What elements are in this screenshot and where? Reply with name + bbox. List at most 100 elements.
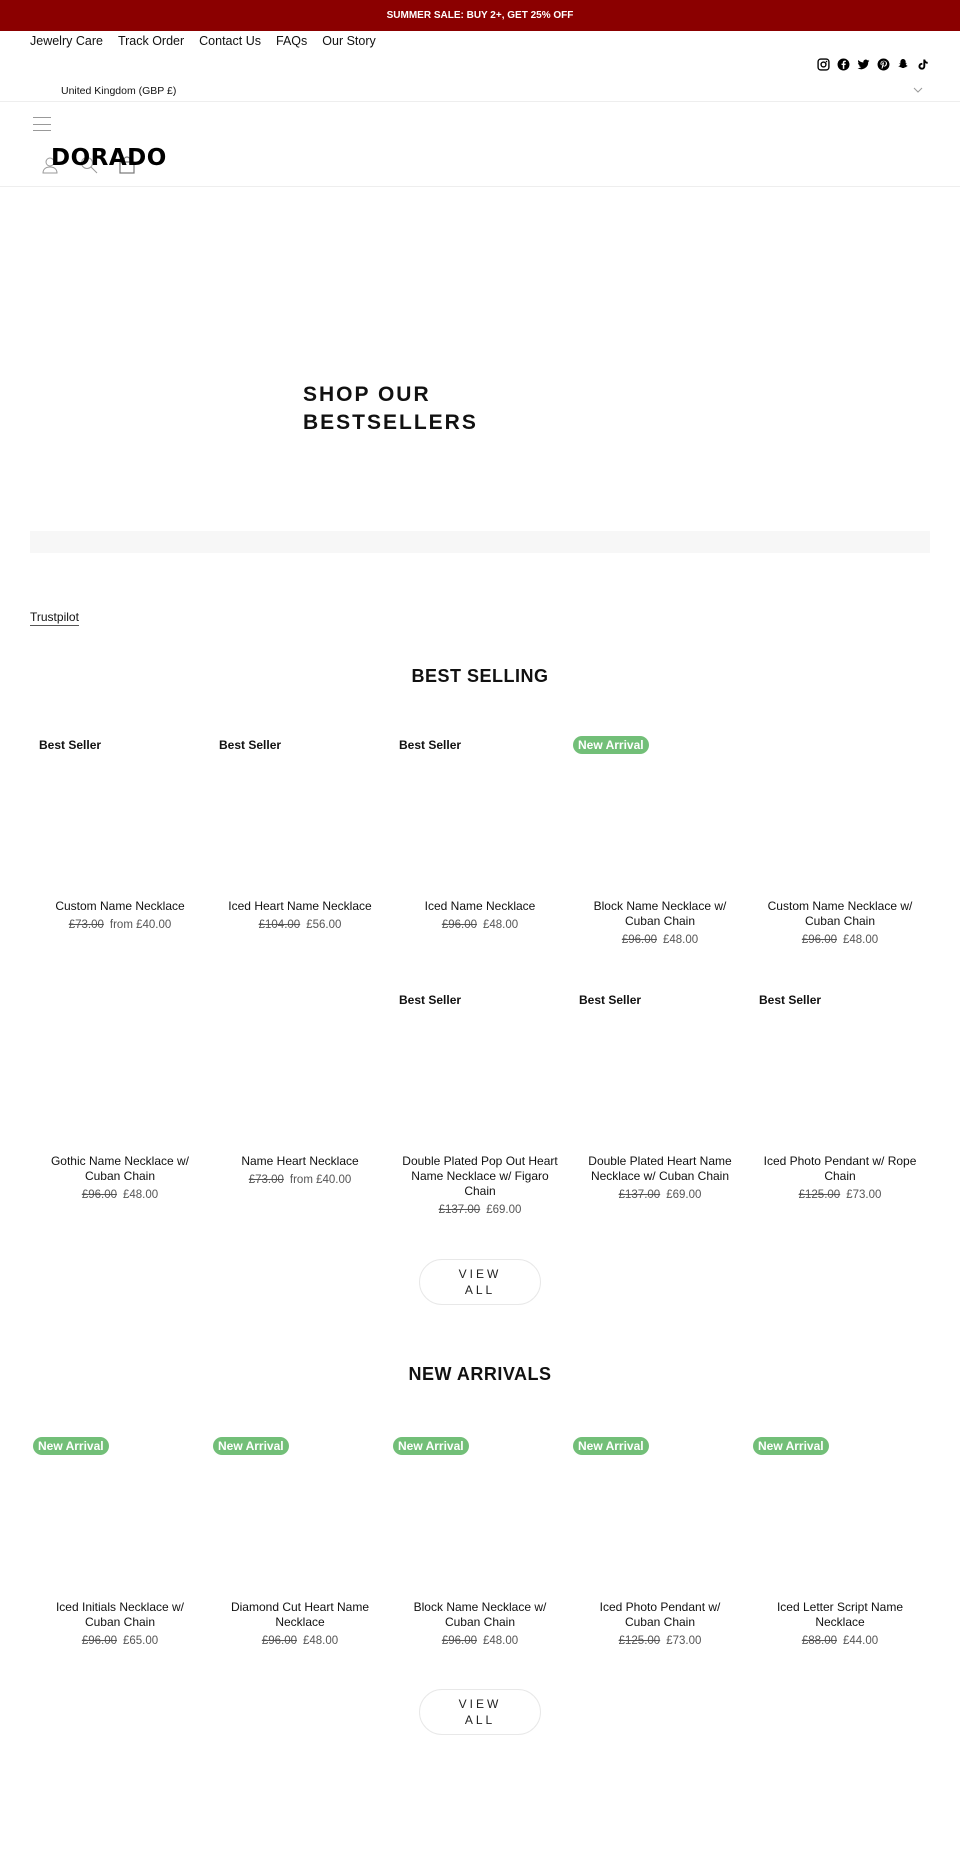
pinterest-icon[interactable] bbox=[876, 57, 890, 71]
product-info: Iced Name Necklace £96.00 £48.00 bbox=[402, 899, 558, 933]
twitter-icon[interactable] bbox=[856, 57, 870, 71]
compare-at-price: £96.00 bbox=[81, 1189, 117, 1201]
product-card[interactable]: Name Heart Necklace £73.00 from £40.00 bbox=[210, 982, 390, 1237]
product-card[interactable]: New Arrival Block Name Necklace w/ Cuban … bbox=[570, 727, 750, 982]
product-title[interactable]: Name Heart Necklace bbox=[222, 1154, 378, 1169]
new-arrival-badge: New Arrival bbox=[393, 1437, 469, 1455]
product-info: Iced Photo Pendant w/ Cuban Chain £125.00… bbox=[582, 1600, 738, 1649]
product-price: £104.00 £56.00 bbox=[222, 918, 378, 933]
menu-icon[interactable] bbox=[33, 117, 51, 131]
product-title[interactable]: Double Plated Heart Name Necklace w/ Cub… bbox=[582, 1154, 738, 1184]
best-selling-grid: Best Seller Custom Name Necklace £73.00 fro… bbox=[30, 727, 930, 1237]
product-info: Block Name Necklace w/ Cuban Chain £96.00… bbox=[402, 1600, 558, 1649]
product-title[interactable]: Block Name Necklace w/ Cuban Chain bbox=[402, 1600, 558, 1630]
product-title[interactable]: Iced Initials Necklace w/ Cuban Chain bbox=[42, 1600, 198, 1630]
compare-at-price: £104.00 bbox=[258, 919, 301, 931]
compare-at-price: £73.00 bbox=[68, 919, 104, 931]
reviews-widget-placeholder bbox=[30, 531, 930, 553]
hero-title: SHOP OUR BESTSELLERS bbox=[303, 383, 478, 434]
product-card[interactable]: New Arrival Block Name Necklace w/ Cuban … bbox=[390, 1428, 570, 1683]
product-price: £88.00 £44.00 bbox=[762, 1634, 918, 1649]
best-seller-badge: Best Seller bbox=[399, 993, 462, 1007]
product-title[interactable]: Gothic Name Necklace w/ Cuban Chain bbox=[42, 1154, 198, 1184]
new-arrival-badge: New Arrival bbox=[213, 1437, 289, 1455]
sale-price: £65.00 bbox=[123, 1635, 159, 1647]
sale-price: £48.00 bbox=[123, 1189, 159, 1201]
product-info: Custom Name Necklace £73.00 from £40.00 bbox=[42, 899, 198, 933]
product-card[interactable]: Custom Name Necklace w/ Cuban Chain £96.0… bbox=[750, 727, 930, 982]
product-title[interactable]: Iced Heart Name Necklace bbox=[222, 899, 378, 914]
announcement-bar[interactable]: SUMMER SALE: BUY 2+, GET 25% OFF bbox=[0, 0, 960, 31]
chevron-down-icon[interactable] bbox=[913, 86, 923, 97]
nav-link-jewelry-care[interactable]: Jewelry Care bbox=[30, 34, 103, 48]
compare-at-price: £125.00 bbox=[618, 1635, 661, 1647]
nav-link-faqs[interactable]: FAQs bbox=[276, 34, 307, 48]
best-seller-badge: Best Seller bbox=[579, 993, 642, 1007]
new-arrivals-grid: New Arrival Iced Initials Necklace w/ Cub… bbox=[30, 1428, 930, 1683]
product-price: £96.00 £48.00 bbox=[582, 933, 738, 948]
compare-at-price: £96.00 bbox=[621, 934, 657, 946]
compare-at-price: £96.00 bbox=[261, 1635, 297, 1647]
product-info: Custom Name Necklace w/ Cuban Chain £96.0… bbox=[762, 899, 918, 948]
product-info: Double Plated Heart Name Necklace w/ Cub… bbox=[582, 1154, 738, 1203]
logo[interactable]: DORADO bbox=[51, 145, 167, 171]
compare-at-price: £96.00 bbox=[81, 1635, 117, 1647]
trustpilot-link[interactable]: Trustpilot bbox=[30, 610, 79, 626]
product-card[interactable]: New Arrival Diamond Cut Heart Name Neckla… bbox=[210, 1428, 390, 1683]
product-price: £96.00 £48.00 bbox=[762, 933, 918, 948]
product-title[interactable]: Custom Name Necklace bbox=[42, 899, 198, 914]
utility-nav: Jewelry Care Track Order Contact Us FAQs… bbox=[30, 34, 376, 48]
product-card[interactable]: Best Seller Iced Heart Name Necklace £104.… bbox=[210, 727, 390, 982]
snapchat-icon[interactable] bbox=[896, 57, 910, 71]
product-card[interactable]: Best Seller Iced Name Necklace £96.00 £48.0… bbox=[390, 727, 570, 982]
sale-price: from £40.00 bbox=[109, 919, 172, 931]
product-title[interactable]: Diamond Cut Heart Name Necklace bbox=[222, 1600, 378, 1630]
compare-at-price: £96.00 bbox=[441, 1635, 477, 1647]
best-seller-badge: Best Seller bbox=[399, 738, 462, 752]
view-all-new-arrivals-button[interactable]: VIEW ALL bbox=[419, 1689, 541, 1735]
product-info: Name Heart Necklace £73.00 from £40.00 bbox=[222, 1154, 378, 1188]
product-card[interactable]: New Arrival Iced Photo Pendant w/ Cuban C… bbox=[570, 1428, 750, 1683]
product-image[interactable] bbox=[36, 982, 204, 1142]
product-info: Diamond Cut Heart Name Necklace £96.00 £48… bbox=[222, 1600, 378, 1649]
product-title[interactable]: Custom Name Necklace w/ Cuban Chain bbox=[762, 899, 918, 929]
new-arrivals-title: NEW ARRIVALS bbox=[408, 1364, 552, 1384]
view-all-best-selling-button[interactable]: VIEW ALL bbox=[419, 1259, 541, 1305]
facebook-icon[interactable] bbox=[836, 57, 850, 71]
product-card[interactable]: New Arrival Iced Initials Necklace w/ Cub… bbox=[30, 1428, 210, 1683]
product-card[interactable]: Best Seller Double Plated Heart Name Neck… bbox=[570, 982, 750, 1237]
product-price: £125.00 £73.00 bbox=[762, 1188, 918, 1203]
announcement-text: SUMMER SALE: BUY 2+, GET 25% OFF bbox=[386, 10, 574, 21]
country-selector[interactable]: United Kingdom (GBP £) bbox=[61, 85, 176, 97]
product-card[interactable]: Best Seller Iced Photo Pendant w/ Rope Ch… bbox=[750, 982, 930, 1237]
product-card[interactable]: New Arrival Iced Letter Script Name Neckl… bbox=[750, 1428, 930, 1683]
sale-price: £73.00 bbox=[666, 1635, 702, 1647]
nav-link-track-order[interactable]: Track Order bbox=[118, 34, 184, 48]
sale-price: £56.00 bbox=[306, 919, 342, 931]
product-price: £137.00 £69.00 bbox=[582, 1188, 738, 1203]
sale-price: £69.00 bbox=[666, 1189, 702, 1201]
product-image[interactable] bbox=[216, 982, 384, 1142]
view-all-label: VIEW ALL bbox=[458, 1697, 502, 1727]
tiktok-icon[interactable] bbox=[916, 57, 930, 71]
product-card[interactable]: Best Seller Double Plated Pop Out Heart N… bbox=[390, 982, 570, 1237]
product-info: Gothic Name Necklace w/ Cuban Chain £96.0… bbox=[42, 1154, 198, 1203]
product-price: £137.00 £69.00 bbox=[402, 1203, 558, 1218]
product-title[interactable]: Iced Photo Pendant w/ Cuban Chain bbox=[582, 1600, 738, 1630]
product-title[interactable]: Iced Name Necklace bbox=[402, 899, 558, 914]
product-title[interactable]: Iced Letter Script Name Necklace bbox=[762, 1600, 918, 1630]
product-price: £96.00 £65.00 bbox=[42, 1634, 198, 1649]
product-image[interactable] bbox=[756, 727, 924, 887]
instagram-icon[interactable] bbox=[816, 57, 830, 71]
compare-at-price: £73.00 bbox=[248, 1174, 284, 1186]
product-title[interactable]: Double Plated Pop Out Heart Name Necklac… bbox=[402, 1154, 558, 1199]
product-price: £125.00 £73.00 bbox=[582, 1634, 738, 1649]
nav-link-our-story[interactable]: Our Story bbox=[322, 34, 376, 48]
nav-link-contact-us[interactable]: Contact Us bbox=[199, 34, 261, 48]
product-title[interactable]: Iced Photo Pendant w/ Rope Chain bbox=[762, 1154, 918, 1184]
product-card[interactable]: Gothic Name Necklace w/ Cuban Chain £96.0… bbox=[30, 982, 210, 1237]
product-title[interactable]: Block Name Necklace w/ Cuban Chain bbox=[582, 899, 738, 929]
social-links bbox=[816, 57, 930, 71]
sale-price: £48.00 bbox=[483, 1635, 519, 1647]
product-card[interactable]: Best Seller Custom Name Necklace £73.00 fro… bbox=[30, 727, 210, 982]
